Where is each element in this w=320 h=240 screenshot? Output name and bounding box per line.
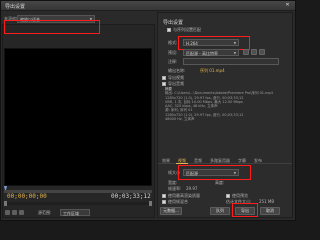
export-video-checkbox[interactable] — [162, 76, 166, 80]
set-out-icon[interactable] — [12, 210, 17, 215]
match-sequence-row[interactable]: 与序列设置匹配 — [167, 27, 201, 33]
summary-block: 摘要 输出: C:\Users\...\Documents\Adobe\Prem… — [165, 87, 283, 149]
tab-multiplexer[interactable]: 多路复用器 — [208, 157, 232, 164]
range-out-handle[interactable] — [149, 201, 152, 206]
comments-field[interactable] — [183, 58, 279, 65]
import-preset-icon[interactable] — [251, 49, 257, 55]
highlight-box — [178, 165, 251, 180]
comments-label: 注释: — [168, 59, 178, 64]
close-icon[interactable]: ✕ — [283, 2, 292, 9]
source-range-row: 源范围: 工作区域 — [4, 209, 152, 217]
preset-select[interactable]: 匹配源 - 高比特率 ▼ — [183, 49, 239, 56]
summary-source-detail: 48000 Hz, 立体声 — [165, 117, 195, 122]
source-range-select[interactable]: 工作区域 — [60, 209, 90, 216]
window-title: 导出设置 — [5, 4, 26, 10]
previews-checkbox[interactable] — [226, 194, 230, 198]
tab-effects[interactable]: 效果 — [160, 157, 172, 164]
chevron-down-icon: ▼ — [233, 51, 236, 55]
highlight-box — [4, 20, 100, 34]
tab-audio[interactable]: 音频 — [192, 157, 204, 164]
summary-output-label: 输出: — [165, 91, 174, 96]
export-video-label: 导出视频 — [168, 75, 184, 80]
frame-blend-row[interactable]: 使用帧混合 — [162, 199, 188, 205]
output-name-link[interactable]: 序列 01.mp4 — [200, 68, 225, 74]
duration-timecode: 00;03;33;12 — [111, 193, 151, 200]
summary-output-text: C:\Users\...\Documents\Adobe\Premiere Pr… — [174, 91, 273, 96]
export-audio-checkbox[interactable] — [162, 82, 166, 86]
fps-label: 帧速率: — [168, 186, 182, 191]
highlight-box — [232, 203, 258, 217]
set-in-icon[interactable] — [5, 210, 10, 215]
current-timecode[interactable]: 00;00;00;00 — [7, 193, 47, 200]
summary-source-label: 源: — [165, 108, 170, 113]
max-render-label: 使用最高渲染质量 — [168, 193, 200, 198]
tab-captions[interactable]: 字幕 — [236, 157, 248, 164]
format-label: 格式: — [168, 40, 178, 45]
height-label: 高度: — [215, 180, 225, 185]
cancel-button[interactable]: 取消 — [260, 207, 280, 215]
queue-button[interactable]: 队列 — [210, 207, 230, 215]
metadata-button[interactable]: 元数据... — [160, 207, 182, 215]
est-size-value: 251 MB — [259, 199, 275, 204]
preset-label: 预设: — [168, 50, 178, 55]
tab-publish[interactable]: 发布 — [252, 157, 264, 164]
output-name-label: 输出名称: — [168, 68, 186, 73]
frame-blend-label: 使用帧混合 — [168, 199, 188, 204]
settings-tabs: 效果 视频 音频 多路复用器 字幕 发布 — [158, 157, 292, 164]
source-range-label: 源范围: — [38, 210, 52, 215]
previews-label: 使用预览 — [232, 193, 248, 198]
range-fill — [4, 202, 152, 205]
frame-blend-checkbox[interactable] — [162, 200, 166, 204]
aspect-icon[interactable] — [19, 210, 24, 215]
source-range-value: 工作区域 — [63, 211, 79, 216]
max-render-checkbox[interactable] — [162, 194, 166, 198]
export-settings-title: 导出设置 — [163, 20, 184, 26]
export-audio-label: 导出音频 — [168, 81, 184, 86]
action-buttons: 元数据... 队列 导出 取消 — [160, 207, 292, 216]
summary-source-text: 序列, 序列 01 — [170, 108, 193, 113]
source-range-bar[interactable] — [4, 202, 152, 205]
match-sequence-label: 与序列设置匹配 — [173, 27, 201, 32]
title-bar: 导出设置 ✕ — [1, 1, 295, 11]
video-preview — [4, 48, 152, 186]
match-sequence-checkbox[interactable] — [167, 28, 171, 32]
delete-preset-icon[interactable] — [259, 49, 265, 55]
range-in-handle[interactable] — [4, 201, 7, 206]
in-out-buttons — [5, 210, 31, 216]
fps-value[interactable]: 29.97 — [186, 186, 197, 191]
preset-value: 匹配源 - 高比特率 — [186, 51, 218, 56]
tab-video[interactable]: 视频 — [176, 157, 188, 164]
highlight-box — [178, 36, 250, 50]
save-preset-icon[interactable] — [243, 49, 249, 55]
